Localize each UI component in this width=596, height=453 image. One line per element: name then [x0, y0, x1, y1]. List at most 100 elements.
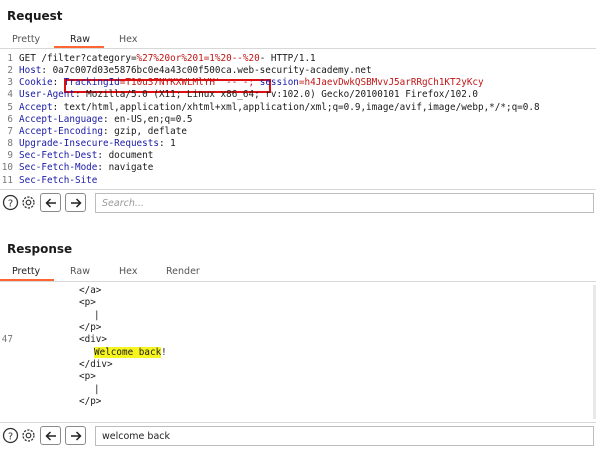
forward-button[interactable] [65, 426, 86, 445]
line-number: 1 [7, 53, 13, 64]
line-number: 7 [7, 125, 13, 137]
request-line: Upgrade-Insecure-Requests: 1 [19, 138, 176, 149]
request-token: GET /filter?category= [19, 53, 137, 64]
back-arrow-icon [44, 197, 56, 208]
request-token: Accept-Encoding [19, 125, 103, 137]
request-line: Host: 0a7c007d03e5876bc0e4a43c00f500ca.w… [19, 65, 372, 76]
back-arrow-icon [44, 430, 56, 441]
search-match-highlight: Welcome back [94, 346, 162, 358]
request-search-toolbar: ? Search... [0, 190, 596, 216]
response-token: </p> [79, 396, 102, 408]
request-tabs: Pretty Raw Hex [0, 34, 596, 54]
request-token: %27%20or%201=1%20--%20 [136, 53, 260, 64]
tab-response-hex[interactable]: Hex [119, 266, 137, 277]
request-token: - HTTP/1.1 [259, 53, 316, 64]
response-token: | [94, 383, 100, 395]
request-line: Accept-Language: en-US,en;q=0.5 [19, 114, 193, 125]
response-search-toolbar: ? welcome back [0, 423, 596, 449]
tab-response-pretty[interactable]: Pretty [12, 266, 40, 277]
request-editor[interactable]: 1 GET /filter?category=%27%20or%201=1%20-… [0, 52, 596, 186]
tab-response-render[interactable]: Render [166, 266, 200, 277]
line-number: 9 [7, 150, 13, 162]
response-line: | [94, 384, 100, 395]
request-token: Cookie [19, 77, 53, 89]
response-token: | [94, 309, 100, 321]
request-line: Cookie: TrackingId=T10u37NYKXWLMlYH' -- … [19, 77, 484, 88]
request-token: User-Agent [19, 89, 75, 101]
request-token: : text/html,application/xhtml+xml,applic… [52, 101, 540, 113]
request-line: Sec-Fetch-Mode: navigate [19, 162, 153, 173]
response-token: </div> [79, 359, 113, 371]
divider [0, 281, 596, 282]
back-button[interactable] [40, 193, 61, 212]
line-number: 47 [1, 334, 13, 346]
line-number: 8 [7, 138, 13, 150]
request-token: Accept [19, 101, 53, 113]
response-token: ! [161, 346, 167, 358]
request-token: : 1 [158, 138, 176, 150]
request-search-input[interactable]: Search... [95, 193, 594, 213]
settings-icon[interactable] [20, 427, 37, 444]
line-number: 4 [7, 89, 13, 101]
response-line: <p> [79, 371, 96, 382]
response-search-input[interactable]: welcome back [95, 426, 594, 446]
request-line: User-Agent: Mozilla/5.0 (X11; Linux x86_… [19, 89, 478, 100]
tab-request-raw[interactable]: Raw [70, 34, 90, 45]
request-token: : 0a7c007d03e5876bc0e4a43c00f500ca.web-s… [41, 65, 372, 77]
forward-button[interactable] [65, 193, 86, 212]
back-button[interactable] [40, 426, 61, 445]
request-token: : navigate [97, 162, 154, 174]
divider [0, 48, 596, 49]
help-icon[interactable]: ? [2, 427, 19, 444]
response-token: </p> [79, 322, 102, 334]
response-line: </p> [79, 396, 101, 407]
request-token: session [259, 77, 299, 89]
response-editor[interactable]: </a> <p> | </p> 47 <div> Welcome back! </div> <p… [0, 285, 596, 419]
request-token: : document [97, 150, 154, 162]
request-token: : en-US,en;q=0.5 [102, 113, 193, 125]
response-line: </p> [79, 322, 101, 333]
line-number: 5 [7, 101, 13, 113]
request-token: Sec-Fetch-Dest [19, 150, 98, 162]
request-token: : Mozilla/5.0 (X11; Linux x86_64; rv:102… [74, 89, 478, 101]
settings-icon[interactable] [20, 194, 37, 211]
request-line: Accept-Encoding: gzip, deflate [19, 126, 187, 137]
response-tabs: Pretty Raw Hex Render [0, 266, 596, 286]
request-token: =T10u37NYKXWLMlYH' -- -; [119, 77, 260, 89]
request-token: Sec-Fetch-Mode [19, 162, 98, 174]
response-token: <div> [79, 334, 107, 346]
line-number: 6 [7, 113, 13, 125]
line-number: 11 [1, 174, 13, 186]
line-number: 3 [7, 77, 13, 89]
response-token: </a> [79, 285, 102, 296]
line-number: 2 [7, 65, 13, 77]
request-title: Request [7, 9, 63, 23]
request-line: GET /filter?category=%27%20or%201=1%20--… [19, 53, 316, 64]
line-number: 10 [1, 162, 13, 174]
request-token: Sec-Fetch-Site [19, 174, 98, 186]
request-line: Sec-Fetch-Site [19, 175, 97, 186]
tab-request-hex[interactable]: Hex [119, 34, 137, 45]
request-token: =h4JaevDwkQSBMvvJ5arRRgCh1KT2yKcy [298, 77, 484, 89]
svg-text:?: ? [8, 198, 13, 209]
help-icon[interactable]: ? [2, 194, 19, 211]
request-token: Accept-Language [19, 113, 103, 125]
response-token: <p> [79, 371, 96, 383]
request-token: TrackingId [63, 77, 120, 89]
response-line: | [94, 310, 100, 321]
request-token: : [52, 77, 64, 89]
response-line: <div> [79, 334, 107, 345]
forward-arrow-icon [70, 430, 82, 441]
tab-response-raw[interactable]: Raw [70, 266, 90, 277]
request-token: Upgrade-Insecure-Requests [19, 138, 159, 150]
request-token: : gzip, deflate [102, 125, 187, 137]
response-token: <p> [79, 297, 96, 309]
response-title: Response [7, 242, 73, 256]
forward-arrow-icon [70, 197, 82, 208]
response-line: </a> [79, 285, 101, 296]
response-line: Welcome back! [94, 346, 167, 358]
request-token: Host [19, 65, 42, 77]
response-line: <p> [79, 297, 96, 308]
svg-text:?: ? [8, 431, 13, 442]
tab-request-pretty[interactable]: Pretty [12, 34, 40, 45]
